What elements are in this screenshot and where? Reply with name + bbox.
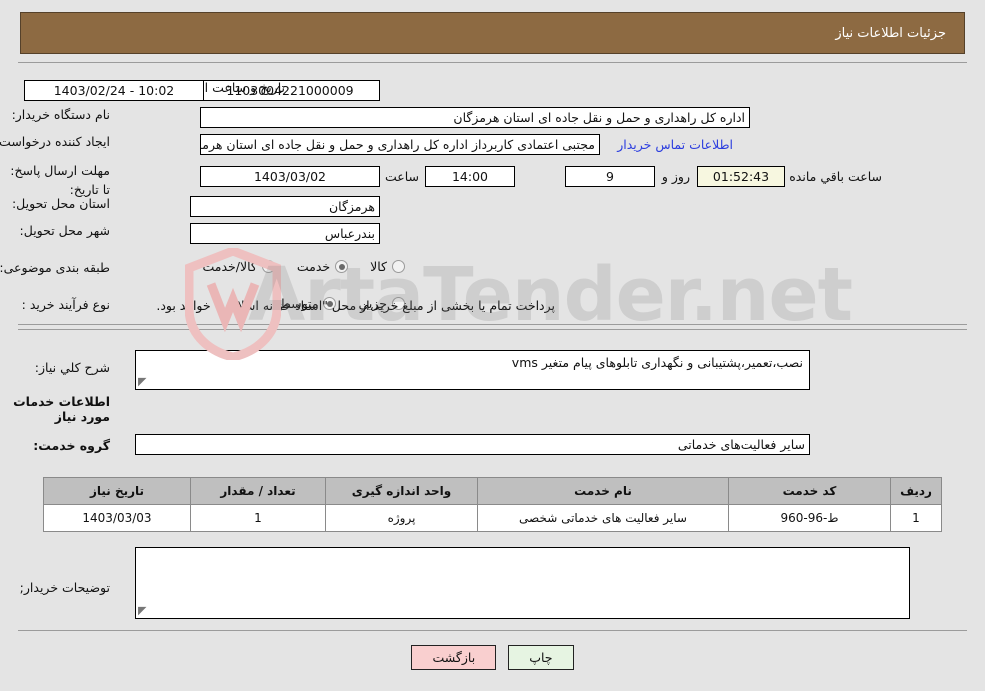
category-option-khedmat[interactable]: خدمت [296,259,349,274]
col-name: نام خدمت [477,477,729,505]
window-titlebar: جزئیات اطلاعات نیاز [20,12,965,54]
requester-label: ایجاد کننده درخواست: [0,134,110,149]
radio-khedmat-icon[interactable] [335,260,349,273]
need-info-panel [18,62,967,325]
table-header-row: ردیف کد خدمت نام خدمت واحد اندازه گیری ت… [43,477,942,505]
city-label: شهر محل تحویل: [19,223,110,238]
buyer-notes-textarea[interactable]: ◥ [135,547,910,619]
print-button[interactable]: چاپ [508,645,574,670]
deadline-date-value: 1403/03/02 [200,166,380,187]
col-date: تاریخ نیاز [43,477,191,505]
cell-index: 1 [890,504,942,532]
col-code: کد خدمت [728,477,891,505]
buyer-org-label-row: نام دستگاه خریدار: [12,107,110,124]
deadline-label: مهلت ارسال پاسخ: تا تاریخ: [10,163,110,197]
resize-grip-icon[interactable]: ◥ [138,375,150,388]
description-label: شرح کلي نیاز: [34,360,110,375]
category-option-kala[interactable]: کالا [370,259,405,274]
buyer-notes-label: توضیحات خریدار; [19,580,110,595]
city-value: بندرعباس [190,223,380,244]
col-unit: واحد اندازه گیری [325,477,478,505]
cell-quantity: 1 [190,504,326,532]
radio-kala-khedmat-icon[interactable] [261,260,275,273]
buyer-org-value: اداره کل راهداری و حمل و نقل جاده ای است… [200,107,750,128]
remaining-countdown-value: 01:52:43 [697,166,785,187]
category-option-khedmat-label: خدمت [296,259,331,274]
category-label: طبقه بندی موضوعی: [0,260,110,275]
services-section-title: اطلاعات خدمات مورد نیاز [13,394,110,424]
buyer-org-label: نام دستگاه خریدار: [11,107,110,122]
footer-button-bar: بازگشت چاپ [0,645,985,670]
city-label-row: شهر محل تحویل: [20,223,110,240]
cell-name: سایر فعالیت های خدماتی شخصی [477,504,729,532]
table-row: 1 ط-96-960 سایر فعالیت های خدماتی شخصی پ… [43,504,942,532]
category-label-row: طبقه بندی موضوعی: [0,260,110,277]
col-index: ردیف [890,477,942,505]
radio-kala-icon[interactable] [392,260,405,273]
cell-date: 1403/03/03 [43,504,191,532]
category-option-kala-label: کالا [370,259,387,274]
buyer-contact-link[interactable]: اطلاعات تماس خریدار [617,137,733,152]
requester-label-row: ایجاد کننده درخواست: [0,134,110,151]
back-button[interactable]: بازگشت [411,645,497,670]
cell-code: ط-96-960 [728,504,891,532]
service-group-value: سایر فعالیت‌های خدماتی [135,434,810,455]
service-group-label: گروه خدمت: [33,438,110,453]
description-value: نصب،تعمیر،پشتیبانی و نگهداری تابلوهای پی… [511,355,803,370]
process-label: نوع فرآیند خرید : [21,297,110,312]
page-root: ArtaTender.net جزئیات اطلاعات نیاز شماره… [0,0,985,691]
deadline-hour-label: ساعت [384,169,419,184]
province-label: استان محل تحویل: [11,196,110,211]
resize-grip-icon-2[interactable]: ◥ [138,604,150,617]
province-value: هرمزگان [190,196,380,217]
services-table: ردیف کد خدمت نام خدمت واحد اندازه گیری ت… [43,477,942,532]
deadline-hour-value: 14:00 [425,166,515,187]
category-option-kala-khedmat-label: کالا/خدمت [202,259,257,274]
category-radio-group[interactable]: کالا خدمت کالا/خدمت [202,259,405,274]
deadline-label-row: مهلت ارسال پاسخ: تا تاریخ: [5,160,110,198]
remaining-suffix-label: ساعت باقي مانده [789,169,882,184]
treasury-note: پرداخت تمام یا بخشی از مبلغ خرید،از محل … [156,298,555,313]
cell-unit: پروژه [325,504,478,532]
remaining-days-label: روز و [661,169,690,184]
public-announce-value: 10:02 - 1403/02/24 [24,80,204,101]
process-label-row: نوع فرآیند خرید : [22,297,110,314]
remaining-days-value: 9 [565,166,655,187]
col-quantity: تعداد / مقدار [190,477,326,505]
category-option-kala-khedmat[interactable]: کالا/خدمت [202,259,275,274]
page-title: جزئیات اطلاعات نیاز [835,25,946,41]
requester-value: مجتبی اعتمادی کاربرداز اداره کل راهداری … [200,134,600,155]
province-label-row: استان محل تحویل: [12,196,110,213]
description-textarea[interactable]: نصب،تعمیر،پشتیبانی و نگهداری تابلوهای پی… [135,350,810,390]
